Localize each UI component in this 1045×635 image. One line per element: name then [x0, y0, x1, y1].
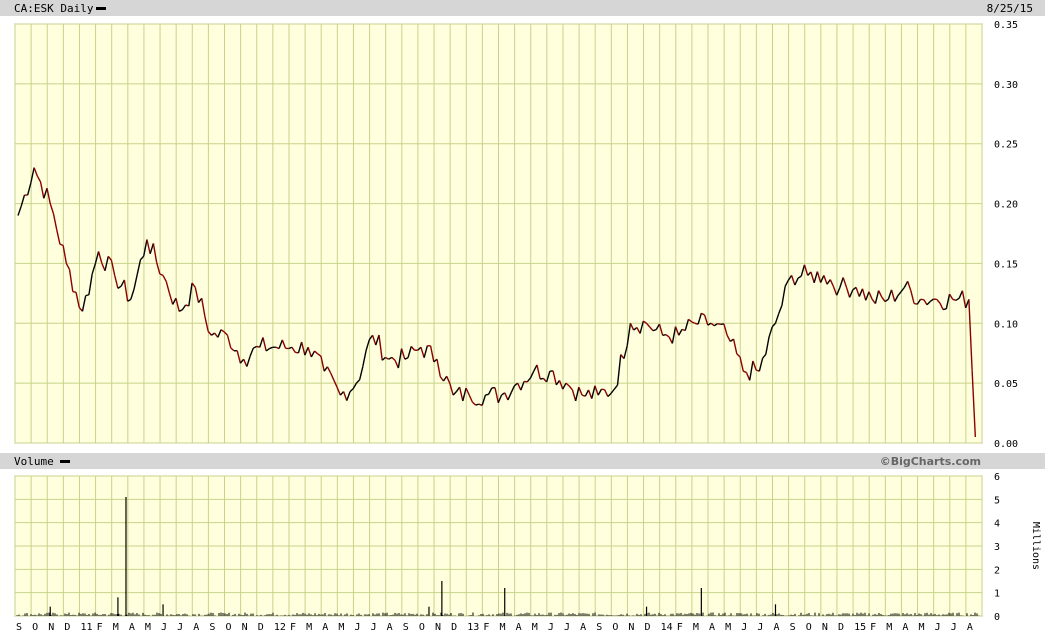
volume-y-tick-label: 2	[994, 565, 1000, 576]
y-tick-label: 0.00	[994, 439, 1018, 450]
y-tick-label: 0.25	[994, 140, 1018, 151]
x-tick-label: J	[371, 622, 377, 633]
y-tick-label: 0.05	[994, 379, 1018, 390]
x-tick-label: M	[338, 622, 344, 633]
x-tick-label: A	[516, 622, 522, 633]
price-segment	[662, 333, 667, 336]
y-tick-label: 0.30	[994, 80, 1018, 91]
x-tick-label: M	[886, 622, 892, 633]
x-tick-label: J	[757, 622, 763, 633]
x-tick-label: N	[242, 622, 248, 633]
x-tick-label: N	[628, 622, 634, 633]
x-tick-label: A	[902, 622, 908, 633]
x-tick-label: M	[306, 622, 312, 633]
x-tick-label: M	[532, 622, 538, 633]
price-segment	[475, 403, 480, 406]
volume-axis-label: Millions	[1030, 522, 1041, 570]
x-tick-label: J	[548, 622, 554, 633]
x-tick-label: O	[419, 622, 425, 633]
x-tick-label: F	[97, 622, 103, 633]
x-tick-label: J	[564, 622, 570, 633]
x-tick-label: O	[226, 622, 232, 633]
x-tick-label: A	[773, 622, 779, 633]
price-segment	[942, 308, 947, 311]
x-tick-label: M	[113, 622, 119, 633]
x-tick-label: 13	[467, 622, 479, 633]
x-tick-label: D	[838, 622, 844, 633]
x-tick-label: N	[48, 622, 54, 633]
x-tick-label: N	[822, 622, 828, 633]
x-tick-label: O	[612, 622, 618, 633]
x-tick-label: F	[870, 622, 876, 633]
price-segment	[952, 298, 957, 301]
x-tick-label: J	[951, 622, 957, 633]
x-tick-label: S	[790, 622, 796, 633]
x-tick-label: 14	[661, 622, 673, 633]
x-tick-label: S	[403, 622, 409, 633]
x-tick-label: S	[16, 622, 22, 633]
x-tick-label: D	[645, 622, 651, 633]
price-segment	[540, 377, 544, 380]
x-tick-label: M	[919, 622, 925, 633]
x-tick-label: M	[500, 622, 506, 633]
x-tick-label: O	[32, 622, 38, 633]
price-segment	[485, 393, 489, 396]
y-tick-label: 0.10	[994, 319, 1018, 330]
x-tick-label: A	[322, 622, 328, 633]
x-tick-label: 11	[80, 622, 92, 633]
x-tick-label: J	[354, 622, 360, 633]
x-tick-label: A	[129, 622, 135, 633]
x-tick-label: J	[741, 622, 747, 633]
x-tick-label: F	[290, 622, 296, 633]
x-tick-label: S	[596, 622, 602, 633]
x-tick-label: N	[435, 622, 441, 633]
x-tick-label: F	[483, 622, 489, 633]
volume-y-tick-label: 4	[994, 519, 1000, 530]
volume-y-tick-label: 0	[994, 612, 1000, 623]
x-tick-label: S	[209, 622, 215, 633]
x-tick-label: M	[725, 622, 731, 633]
x-tick-label: M	[693, 622, 699, 633]
x-tick-label: D	[451, 622, 457, 633]
price-segment	[717, 323, 721, 325]
x-tick-label: A	[709, 622, 715, 633]
x-tick-label: F	[677, 622, 683, 633]
volume-y-tick-label: 3	[994, 542, 1000, 553]
price-segment	[85, 294, 90, 297]
y-tick-label: 0.20	[994, 200, 1018, 211]
x-tick-label: A	[580, 622, 586, 633]
volume-y-tick-label: 5	[994, 495, 1000, 506]
x-tick-label: J	[177, 622, 183, 633]
volume-y-tick-label: 6	[994, 472, 1000, 483]
x-tick-label: A	[387, 622, 393, 633]
x-tick-label: A	[193, 622, 199, 633]
x-tick-label: J	[161, 622, 167, 633]
x-tick-label: M	[145, 622, 151, 633]
x-tick-label: 15	[854, 622, 866, 633]
y-tick-label: 0.35	[994, 20, 1018, 31]
x-tick-label: O	[806, 622, 812, 633]
x-tick-label: 12	[274, 622, 286, 633]
x-tick-label: A	[967, 622, 973, 633]
y-tick-label: 0.15	[994, 259, 1018, 270]
price-volume-chart: S O N D 11 F M A M J J A S O N D 12 F M A M J J A S O N D 13 F M A M J J A S…	[14, 20, 1041, 633]
x-tick-label: J	[935, 622, 941, 633]
x-tick-label: D	[258, 622, 264, 633]
volume-y-tick-label: 1	[994, 589, 1000, 600]
x-tick-label: D	[64, 622, 70, 633]
